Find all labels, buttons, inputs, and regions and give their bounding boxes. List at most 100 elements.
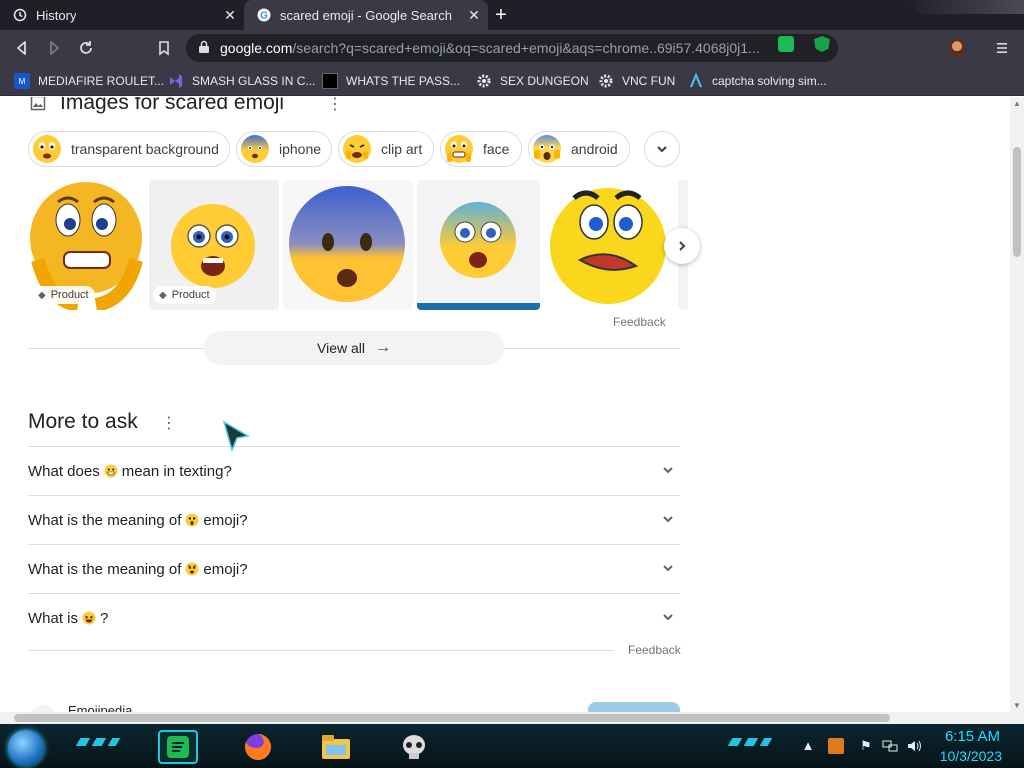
start-button[interactable] [8, 730, 44, 766]
flag-icon[interactable]: ⚑ [858, 738, 874, 754]
bookmark-item[interactable]: VNC FUN [598, 71, 675, 91]
close-tab-icon[interactable]: ✕ [222, 7, 238, 23]
result-source-name[interactable]: Emojipedia [68, 703, 132, 712]
show-hidden-icons-icon[interactable]: ▲ [800, 738, 816, 754]
more-to-ask-feedback-link[interactable]: Feedback [628, 643, 681, 657]
bookmark-label: SMASH GLASS IN C... [192, 74, 316, 88]
bookmark-label: VNC FUN [622, 74, 676, 88]
chip-label: android [571, 141, 618, 157]
tab-google-search[interactable]: G scared emoji - Google Search ✕ [244, 0, 488, 30]
bookmark-item[interactable]: SMASH GLASS IN C... [168, 71, 315, 91]
url-host: google.com [220, 40, 293, 56]
bookmark-label: WHATS THE PASS... [346, 74, 461, 88]
image-result[interactable]: ◆ Product [149, 180, 279, 310]
bookmark-item[interactable]: SEX DUNGEON [476, 71, 589, 91]
back-icon[interactable] [12, 38, 32, 58]
faq-text-before: What does [28, 462, 100, 480]
scroll-down-icon[interactable]: ▼ [1013, 701, 1021, 710]
image-section-icon [30, 97, 46, 111]
chip-label: iphone [279, 141, 322, 157]
new-tab-button[interactable]: + [490, 5, 512, 25]
clock-time[interactable]: 6:15 AM [945, 728, 1000, 745]
image-result[interactable] [283, 180, 413, 310]
chip-iphone[interactable]: iphone [236, 131, 332, 167]
file-explorer-taskbar-icon[interactable] [316, 730, 356, 764]
spotify-extension-icon[interactable] [778, 36, 794, 52]
taskbar-decoration [727, 738, 773, 746]
gear-icon [598, 73, 614, 89]
more-options-icon[interactable]: ⋮ [327, 97, 343, 113]
anxious-emoji-image [417, 180, 540, 310]
bookmark-item[interactable]: M MEDIAFIRE ROULET... [14, 71, 164, 91]
result-thumbnail[interactable] [588, 702, 680, 712]
chip-transparent-background[interactable]: transparent background [28, 131, 230, 167]
tag-icon: ◆ [38, 289, 46, 301]
chevron-down-icon[interactable] [660, 512, 676, 528]
address-bar[interactable]: google.com/search?q=scared+emoji&oq=scar… [186, 34, 838, 62]
faq-text-after: emoji? [203, 560, 248, 578]
volume-icon[interactable] [906, 738, 922, 754]
faq-question[interactable]: What is the meaning of emoji? [28, 544, 680, 593]
taskbar: ▲ ⚑ 6:15 AM 10/3/2023 [0, 724, 1024, 768]
spotify-taskbar-icon[interactable] [158, 730, 198, 764]
bookmark-label: MEDIAFIRE ROULET... [38, 74, 165, 88]
astonished-emoji-icon [185, 513, 199, 527]
emoji-thumb-icon [241, 135, 269, 163]
clock-date[interactable]: 10/3/2023 [940, 748, 1002, 764]
taskbar-decoration [75, 738, 121, 746]
image-result[interactable] [544, 180, 674, 310]
scared-emoji-image [550, 188, 666, 304]
tag-icon: ◆ [159, 289, 167, 301]
chevron-down-icon[interactable] [660, 463, 676, 479]
faq-text-before: What is the meaning of [28, 511, 182, 529]
history-icon [12, 7, 28, 23]
bookmark-label: captcha solving sim... [712, 74, 827, 88]
close-tab-icon[interactable]: ✕ [466, 7, 482, 23]
faq-text-after: mean in texting? [121, 462, 232, 480]
more-options-icon[interactable]: ⋮ [161, 416, 177, 432]
horizontal-scroll-thumb[interactable] [14, 714, 890, 722]
faq-text-after: emoji? [203, 511, 248, 529]
anguished-emoji-icon [185, 562, 199, 576]
bookmark-star-icon[interactable] [154, 38, 174, 58]
view-all-label: View all [317, 340, 365, 356]
chip-face[interactable]: face [440, 131, 522, 167]
tray-app-icon[interactable] [828, 738, 844, 754]
skull-taskbar-icon[interactable] [394, 730, 434, 764]
lock-icon [198, 40, 212, 57]
bookmark-item[interactable]: WHATS THE PASS... [322, 71, 460, 91]
faq-question[interactable]: What is ? [28, 593, 680, 642]
product-tag-label: Product [50, 289, 89, 301]
images-feedback-link[interactable]: Feedback [613, 315, 666, 329]
emoji-thumb-icon [533, 135, 561, 163]
chip-android[interactable]: android [528, 131, 630, 167]
scroll-up-icon[interactable]: ▲ [1013, 99, 1021, 108]
vertical-scroll-thumb[interactable] [1013, 147, 1021, 257]
network-icon[interactable] [882, 738, 898, 754]
product-tag-label: Product [171, 289, 210, 301]
image-result[interactable] [417, 180, 540, 310]
vertical-scrollbar[interactable]: ▲ ▼ [1010, 97, 1024, 712]
chevron-right-icon[interactable] [664, 228, 700, 264]
profile-avatar[interactable] [948, 39, 966, 57]
chevron-down-icon[interactable] [644, 131, 680, 167]
image-result[interactable]: ◆ Product [28, 180, 146, 310]
faq-question[interactable]: What is the meaning of emoji? [28, 495, 680, 544]
forward-icon[interactable] [44, 38, 64, 58]
window-decoration [904, 0, 1024, 14]
google-icon: G [256, 7, 272, 23]
reload-icon[interactable] [76, 38, 96, 58]
view-all-button[interactable]: View all → [204, 331, 504, 365]
horizontal-scrollbar[interactable] [0, 712, 1024, 724]
firefox-taskbar-icon[interactable] [238, 730, 278, 764]
faq-text-before: What is [28, 609, 79, 627]
chevron-down-icon[interactable] [660, 561, 676, 577]
gear-icon [476, 73, 492, 89]
menu-icon[interactable] [992, 38, 1012, 58]
faq-question[interactable]: What does mean in texting? [28, 446, 680, 495]
faq-text-before: What is the meaning of [28, 560, 182, 578]
chip-clip-art[interactable]: clip art [338, 131, 434, 167]
chevron-down-icon[interactable] [660, 610, 676, 626]
tab-history[interactable]: History ✕ [0, 0, 244, 30]
bookmark-item[interactable]: captcha solving sim... [688, 71, 827, 91]
